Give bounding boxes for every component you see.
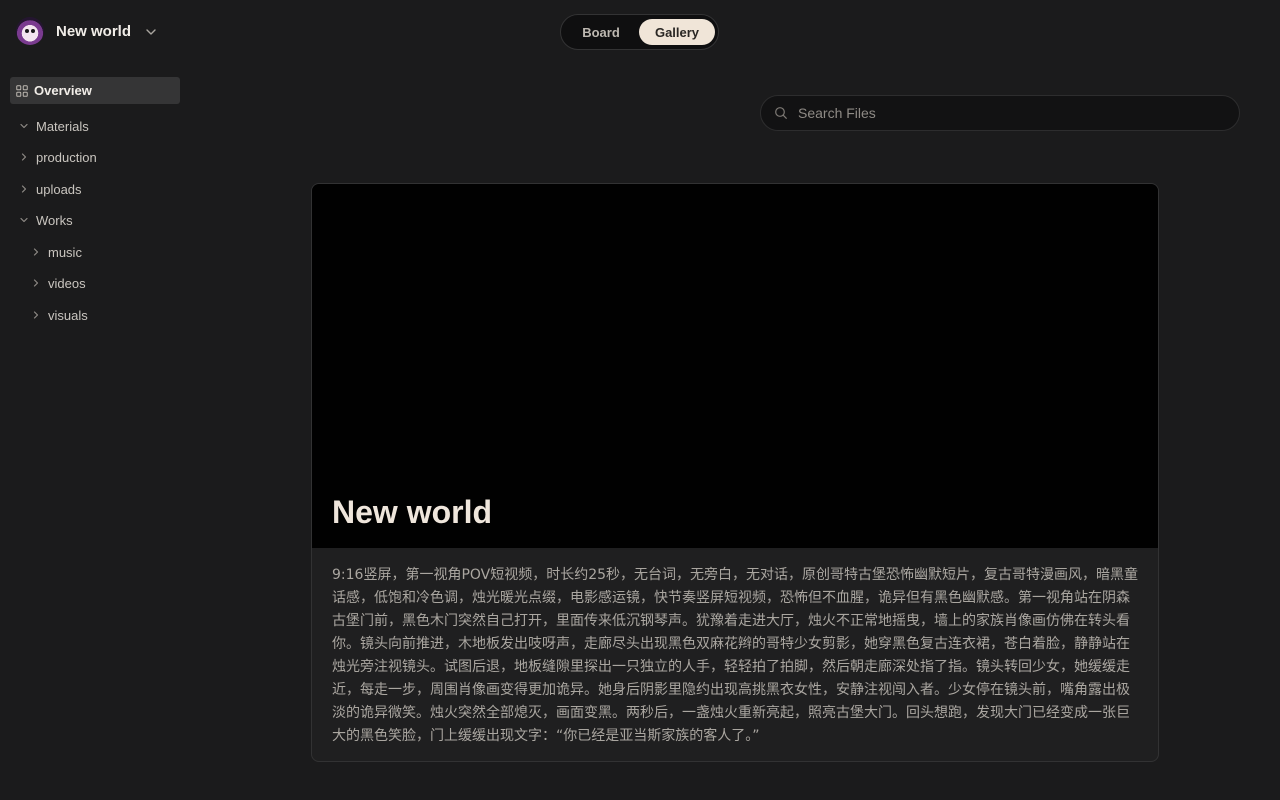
chevron-down-icon[interactable] (144, 25, 158, 39)
chevron-right-icon (33, 279, 39, 287)
chevron-down-icon (20, 123, 28, 129)
sidebar-item-production[interactable]: production (19, 145, 97, 169)
workspace-switcher[interactable]: New world (10, 14, 180, 48)
sidebar-item-label: music (48, 244, 82, 260)
sidebar-item-materials[interactable]: Materials (19, 114, 89, 138)
sidebar-item-label: Works (36, 212, 73, 228)
search-input[interactable] (798, 105, 1218, 121)
search-icon (775, 107, 787, 119)
chevron-right-icon (33, 311, 39, 319)
sidebar-item-uploads[interactable]: uploads (19, 177, 82, 201)
sidebar-item-label: videos (48, 275, 86, 291)
sidebar-item-works[interactable]: Works (19, 208, 73, 232)
chevron-right-icon (33, 248, 39, 256)
tab-board[interactable]: Board (565, 19, 637, 45)
sidebar-item-label: uploads (36, 181, 82, 197)
sidebar-item-label: Materials (36, 118, 89, 134)
card-title: New world (332, 494, 493, 530)
sidebar-item-label: production (36, 149, 97, 165)
sidebar-item-visuals[interactable]: visuals (31, 303, 88, 327)
tab-gallery[interactable]: Gallery (639, 19, 715, 45)
sidebar: New world Overview Materials production … (0, 0, 190, 800)
chevron-down-icon (20, 217, 28, 223)
sidebar-item-label: visuals (48, 307, 88, 323)
search-bar (760, 95, 1240, 131)
workspace-name: New world (56, 22, 132, 40)
sidebar-item-music[interactable]: music (31, 240, 82, 264)
chevron-right-icon (21, 185, 27, 193)
grid-icon (16, 84, 28, 97)
avatar-icon (16, 17, 44, 45)
card-description: 9:16竖屏，第一视角POV短视频，时长约25秒，无台词，无旁白，无对话，原创哥… (332, 567, 1139, 744)
sidebar-item-label: Overview (34, 83, 92, 98)
sidebar-item-videos[interactable]: videos (31, 271, 86, 295)
sidebar-item-overview[interactable]: Overview (10, 77, 180, 104)
chevron-right-icon (21, 153, 27, 161)
gallery-card[interactable]: New world 9:16竖屏，第一视角POV短视频，时长约25秒，无台词，无… (311, 183, 1159, 762)
view-toggle: Board Gallery (560, 14, 719, 50)
